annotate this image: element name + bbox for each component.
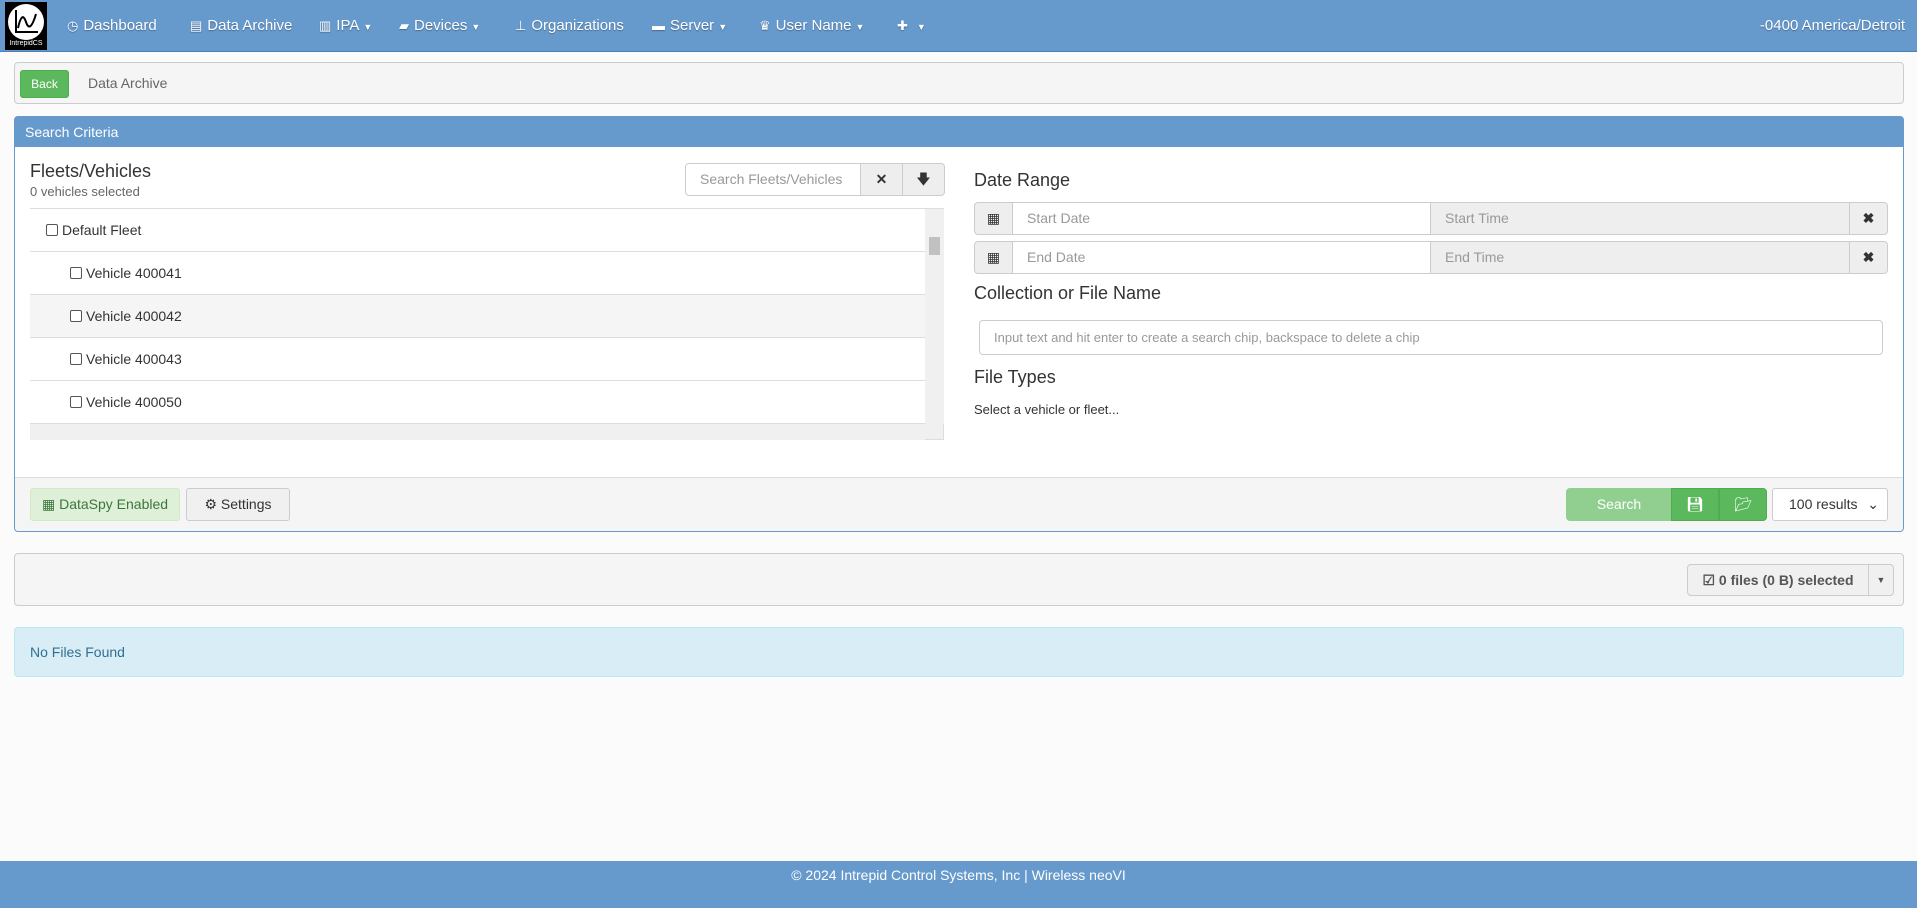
start-time-input[interactable]: Start Time — [1430, 202, 1850, 235]
nav-user-name[interactable]: ♛ User Name ▼ — [759, 0, 864, 52]
vehicles-count: 0 vehicles selected — [30, 184, 140, 199]
caret-down-icon: ▼ — [363, 22, 373, 32]
nav-organizations[interactable]: ⊥ Organizations — [515, 0, 624, 52]
checkbox[interactable] — [70, 267, 82, 279]
results-select[interactable]: 100 results ⌄ — [1772, 488, 1888, 521]
nav-devices[interactable]: ▰ Devices ▼ — [399, 0, 480, 52]
folder-open-icon[interactable]: 📂︎ — [1719, 488, 1767, 521]
file-types-title: File Types — [974, 367, 1056, 387]
start-date-input[interactable]: Start Date — [1012, 202, 1431, 235]
navbar: IntrepidCS ◷ Dashboard ▤ Data Archive ▥ IPA ▼ ▰… — [0, 0, 1917, 52]
fleet-item[interactable]: Default Fleet — [30, 209, 925, 252]
sitemap-icon: ⊥ — [515, 18, 527, 33]
clear-start-button[interactable]: ✖ — [1849, 202, 1888, 235]
save-icon[interactable]: 💾︎ — [1671, 488, 1719, 521]
gears-icon: ⚙ — [204, 496, 218, 512]
crown-icon: ♛ — [759, 18, 771, 33]
breadcrumb: Back Data Archive — [14, 62, 1904, 104]
caret-down-icon: ▼ — [855, 22, 865, 32]
dashboard-icon: ◷ — [67, 18, 79, 33]
footer: © 2024 Intrepid Control Systems, Inc | W… — [0, 861, 1917, 908]
checkbox[interactable] — [70, 310, 82, 322]
nav-ipa[interactable]: ▥ IPA ▼ — [319, 0, 372, 52]
back-button[interactable]: Back — [20, 70, 69, 98]
fleets-title: Fleets/Vehicles — [30, 161, 152, 181]
panel-header: Search Criteria — [15, 117, 1903, 147]
caret-down-icon: ▼ — [718, 22, 728, 32]
vehicle-item[interactable]: Vehicle 400050 — [30, 381, 925, 424]
fleet-search-input[interactable]: Search Fleets/Vehicles — [685, 163, 861, 196]
checkbox[interactable] — [70, 353, 82, 365]
collection-input[interactable]: Input text and hit enter to create a sea… — [979, 320, 1883, 355]
clear-end-button[interactable]: ✖ — [1849, 241, 1888, 274]
files-dropdown-button[interactable]: ▼ — [1868, 564, 1894, 596]
chevron-down-icon: ⌄ — [1867, 496, 1879, 512]
file-types-message: Select a vehicle or fleet... — [974, 402, 1120, 417]
files-toolbar: ☑ 0 files (0 B) selected ▼ — [14, 553, 1904, 606]
server-icon: ▬ — [652, 18, 665, 33]
vehicle-item[interactable]: Vehicle 400042 — [30, 295, 925, 338]
checkbox[interactable] — [46, 224, 58, 236]
plus-icon: ✚ — [897, 18, 908, 33]
files-selected-button[interactable]: ☑ 0 files (0 B) selected — [1687, 564, 1869, 596]
timezone: -0400 America/Detroit — [1759, 17, 1905, 34]
nav-server[interactable]: ▬ Server ▼ — [652, 0, 727, 52]
nav-dashboard[interactable]: ◷ Dashboard — [67, 0, 157, 52]
device-icon: ▰ — [399, 18, 409, 33]
horizontal-scrollbar[interactable] — [30, 424, 925, 440]
collection-title: Collection or File Name — [974, 283, 1162, 303]
nav-data-archive[interactable]: ▤ Data Archive — [190, 0, 292, 52]
breadcrumb-current: Data Archive — [88, 75, 168, 91]
settings-button[interactable]: ⚙ Settings — [186, 488, 290, 521]
calendar-icon[interactable]: ▦ — [974, 202, 1013, 235]
search-button[interactable]: Search — [1566, 488, 1672, 521]
download-button[interactable]: 🡇 — [902, 163, 945, 196]
no-files-alert: No Files Found — [14, 627, 1904, 677]
check-square-icon: ☑ — [1702, 572, 1716, 588]
nav-add[interactable]: ✚ ▼ — [897, 0, 926, 52]
caret-down-icon: ▼ — [916, 22, 926, 32]
checkbox[interactable] — [70, 396, 82, 408]
logo[interactable]: IntrepidCS — [5, 2, 47, 50]
caret-down-icon: ▼ — [471, 22, 481, 32]
end-date-input[interactable]: End Date — [1012, 241, 1431, 274]
beer-icon: ▥ — [319, 18, 332, 33]
end-time-input[interactable]: End Time — [1430, 241, 1850, 274]
date-range-title: Date Range — [974, 170, 1071, 190]
vehicle-item[interactable]: Vehicle 400043 — [30, 338, 925, 381]
clear-search-button[interactable]: ✕ — [860, 163, 903, 196]
calendar-icon[interactable]: ▦ — [974, 241, 1013, 274]
dataspy-icon: ▦ — [41, 496, 56, 512]
archive-icon: ▤ — [190, 18, 203, 33]
vertical-scrollbar[interactable] — [925, 209, 944, 424]
dataspy-button[interactable]: ▦ DataSpy Enabled — [30, 488, 180, 521]
vehicle-item[interactable]: Vehicle 400041 — [30, 252, 925, 295]
